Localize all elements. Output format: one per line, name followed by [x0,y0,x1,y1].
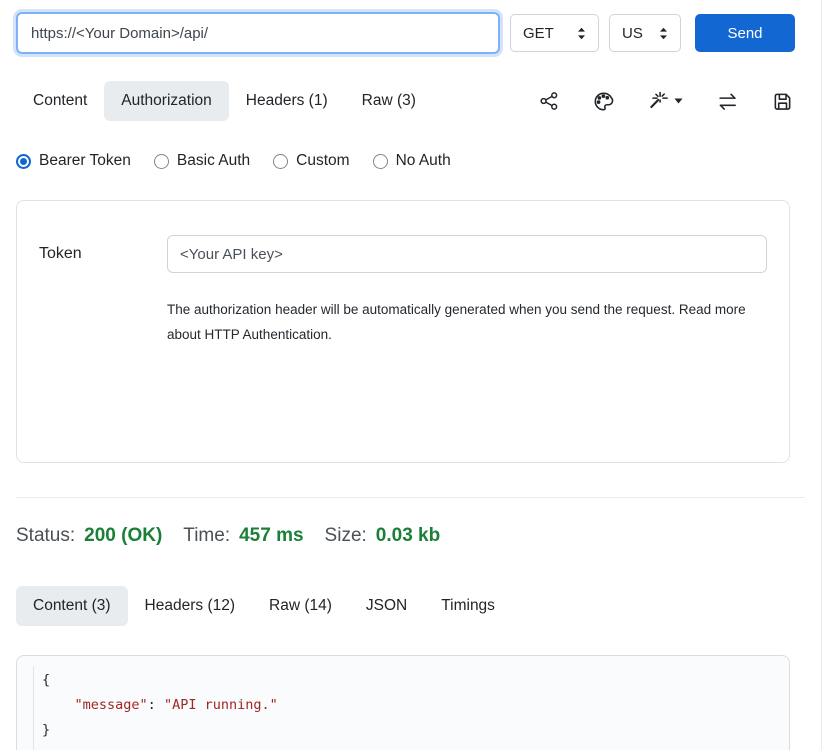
magic-wand-icon[interactable] [648,91,683,112]
method-select[interactable]: GET [510,14,599,52]
response-status-bar: Status: 200 (OK) Time: 457 ms Size: 0.03… [16,525,805,549]
token-field-label: Token [39,245,167,263]
updown-arrows-icon [577,27,586,40]
method-select-value: GET [523,25,554,42]
time-value: 457 ms [239,525,303,547]
auth-type-options: Bearer Token Basic Auth Custom No Auth [16,150,805,172]
radio-label[interactable]: Custom [296,152,349,170]
send-button[interactable]: Send [695,14,795,52]
region-select-value: US [622,25,643,42]
radio-unselected-icon[interactable] [373,154,388,169]
radio-label[interactable]: No Auth [396,152,451,170]
bearer-token-panel: Token The authorization header will be a… [16,200,790,463]
region-select[interactable]: US [609,14,681,52]
updown-arrows-icon [659,27,668,40]
status-label: Status: [16,525,75,547]
radio-bearer-token[interactable]: Bearer Token [16,152,131,170]
response-tab-raw[interactable]: Raw (14) [252,586,349,626]
size-value: 0.03 kb [376,525,440,547]
response-tab-headers[interactable]: Headers (12) [128,586,252,626]
radio-basic-auth[interactable]: Basic Auth [154,152,250,170]
radio-unselected-icon[interactable] [154,154,169,169]
radio-custom[interactable]: Custom [273,152,349,170]
size-label: Size: [325,525,367,547]
url-input[interactable] [16,12,500,54]
token-input[interactable] [167,235,767,273]
response-tabs-row: Content (3) Headers (12) Raw (14) JSON T… [16,584,805,627]
tab-content[interactable]: Content [16,81,104,121]
response-body-panel: { "message": "API running."} [16,655,790,750]
save-icon[interactable] [772,91,793,112]
time-label: Time: [183,525,230,547]
response-code: { "message": "API running."} [33,666,789,750]
request-tabs-row: Content Authorization Headers (1) Raw (3… [16,80,805,122]
caret-down-icon [674,98,683,104]
swap-arrows-icon[interactable] [717,91,738,112]
tab-authorization[interactable]: Authorization [104,81,228,121]
radio-label[interactable]: Bearer Token [39,152,131,170]
response-tab-content[interactable]: Content (3) [16,586,128,626]
section-divider [16,497,805,498]
tab-headers[interactable]: Headers (1) [229,81,345,121]
token-help-text: The authorization header will be automat… [167,297,759,347]
radio-unselected-icon[interactable] [273,154,288,169]
radio-label[interactable]: Basic Auth [177,152,250,170]
radio-no-auth[interactable]: No Auth [373,152,451,170]
status-value: 200 (OK) [84,525,162,547]
share-icon[interactable] [539,91,559,111]
toolbar [539,91,793,112]
api-client-panel: GET US Send Content Authorization Header… [0,0,822,750]
radio-selected-icon[interactable] [16,154,31,169]
tab-raw[interactable]: Raw (3) [345,81,433,121]
palette-icon[interactable] [593,91,614,112]
response-tab-timings[interactable]: Timings [424,586,512,626]
response-tab-json[interactable]: JSON [349,586,424,626]
request-bar: GET US Send [16,10,805,56]
